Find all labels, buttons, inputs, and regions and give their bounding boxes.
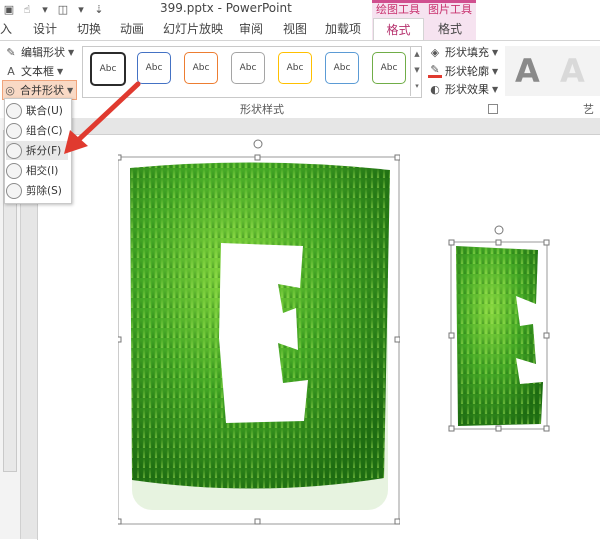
chevron-down-icon: ▼ bbox=[492, 84, 499, 94]
menu-item-label: 相交(I) bbox=[26, 165, 59, 177]
subtract-icon bbox=[6, 182, 22, 199]
tab-design[interactable]: 设计 bbox=[30, 18, 60, 40]
union-icon bbox=[6, 102, 22, 119]
grass-letter-e-shape[interactable] bbox=[448, 224, 552, 434]
tab-slideshow[interactable]: 幻灯片放映 bbox=[162, 18, 224, 40]
menu-item-label: 拆分(F) bbox=[26, 145, 62, 157]
style-swatch[interactable]: Abc bbox=[184, 52, 218, 84]
wordart-style[interactable]: A bbox=[560, 52, 585, 90]
text-box-label: 文本框 bbox=[21, 65, 54, 78]
tab-addins[interactable]: 加载项 bbox=[323, 18, 363, 40]
shape-fill-label: 形状填充 bbox=[445, 46, 489, 59]
menu-item-label: 剪除(S) bbox=[26, 185, 62, 197]
menu-item-subtract[interactable]: 剪除(S) bbox=[6, 181, 68, 200]
style-swatch[interactable]: Abc bbox=[231, 52, 265, 84]
tab-insert[interactable]: 入 bbox=[0, 18, 12, 40]
touch-mode-icon[interactable]: ☝ bbox=[20, 2, 34, 16]
shape-outline-label: 形状轮廓 bbox=[445, 65, 489, 78]
chevron-down-icon: ▼ bbox=[492, 66, 499, 76]
menu-item-label: 联合(U) bbox=[26, 105, 63, 117]
shape-effects-button[interactable]: ◐ 形状效果 ▼ bbox=[428, 80, 498, 98]
context-label: 图片工具 bbox=[428, 3, 472, 16]
menu-item-intersect[interactable]: 相交(I) bbox=[6, 161, 68, 180]
context-label: 绘图工具 bbox=[376, 3, 420, 16]
dropdown-icon[interactable]: ▾ bbox=[74, 2, 88, 16]
save-icon[interactable]: ▣ bbox=[2, 2, 16, 16]
tab-view[interactable]: 视图 bbox=[280, 18, 310, 40]
dialog-launcher-icon[interactable] bbox=[488, 104, 498, 114]
chevron-down-icon: ▼ bbox=[492, 47, 499, 57]
edit-shape-label: 编辑形状 bbox=[21, 46, 65, 59]
tab-review[interactable]: 审阅 bbox=[236, 18, 266, 40]
shape-effects-label: 形状效果 bbox=[445, 83, 489, 96]
paint-bucket-icon: ◈ bbox=[430, 45, 440, 59]
quick-access-toolbar: ▣ ☝ ▾ ◫ ▾ ⇣ bbox=[0, 0, 106, 18]
fragment-icon bbox=[6, 142, 22, 159]
style-swatch[interactable]: Abc bbox=[372, 52, 406, 84]
style-swatch[interactable]: Abc bbox=[278, 52, 312, 84]
merge-shapes-icon: ◎ bbox=[5, 83, 15, 97]
text-box-button[interactable]: A 文本框 ▼ bbox=[4, 62, 63, 80]
window-title: 399.pptx - PowerPoint bbox=[160, 1, 292, 15]
annotation-arrow bbox=[64, 81, 141, 154]
group-label-shape-styles: 形状样式 bbox=[240, 103, 284, 116]
scroll-down-icon[interactable]: ▼ bbox=[412, 63, 422, 78]
intersect-icon bbox=[6, 162, 22, 179]
dropdown-icon[interactable]: ▾ bbox=[38, 2, 52, 16]
more-styles-icon[interactable]: ▾ bbox=[412, 79, 422, 94]
customize-qat-icon[interactable]: ⇣ bbox=[92, 2, 106, 16]
scroll-up-icon[interactable]: ▲ bbox=[412, 47, 422, 62]
wordart-style[interactable]: A bbox=[515, 52, 540, 90]
text-box-icon: A bbox=[7, 64, 15, 78]
tab-transitions[interactable]: 切换 bbox=[74, 18, 104, 40]
slideshow-icon[interactable]: ◫ bbox=[56, 2, 70, 16]
edit-shape-button[interactable]: ✎ 编辑形状 ▼ bbox=[4, 43, 74, 61]
grass-block-shape[interactable] bbox=[118, 138, 400, 525]
shape-outline-button[interactable]: ✎ 形状轮廓 ▼ bbox=[428, 62, 498, 80]
tab-animations[interactable]: 动画 bbox=[117, 18, 147, 40]
menu-item-fragment[interactable]: 拆分(F) bbox=[6, 141, 68, 160]
tab-format-drawing[interactable]: 格式 bbox=[373, 18, 424, 41]
chevron-down-icon: ▼ bbox=[57, 66, 64, 76]
menu-item-union[interactable]: 联合(U) bbox=[6, 101, 68, 120]
group-label-wordart: 艺 bbox=[583, 103, 594, 116]
edit-shape-icon: ✎ bbox=[6, 45, 16, 59]
pen-icon: ✎ bbox=[428, 63, 442, 78]
merge-shapes-label: 合并形状 bbox=[20, 84, 64, 97]
wordart-gallery: A A bbox=[505, 46, 600, 96]
shape-fill-button[interactable]: ◈ 形状填充 ▼ bbox=[428, 43, 498, 61]
shape-effects-icon: ◐ bbox=[430, 82, 440, 96]
tab-format-picture[interactable]: 格式 bbox=[426, 18, 474, 40]
menu-item-label: 组合(C) bbox=[26, 125, 63, 137]
menu-item-combine[interactable]: 组合(C) bbox=[6, 121, 68, 140]
style-swatch[interactable]: Abc bbox=[325, 52, 359, 84]
chevron-down-icon: ▼ bbox=[68, 47, 75, 57]
combine-icon bbox=[6, 122, 22, 139]
